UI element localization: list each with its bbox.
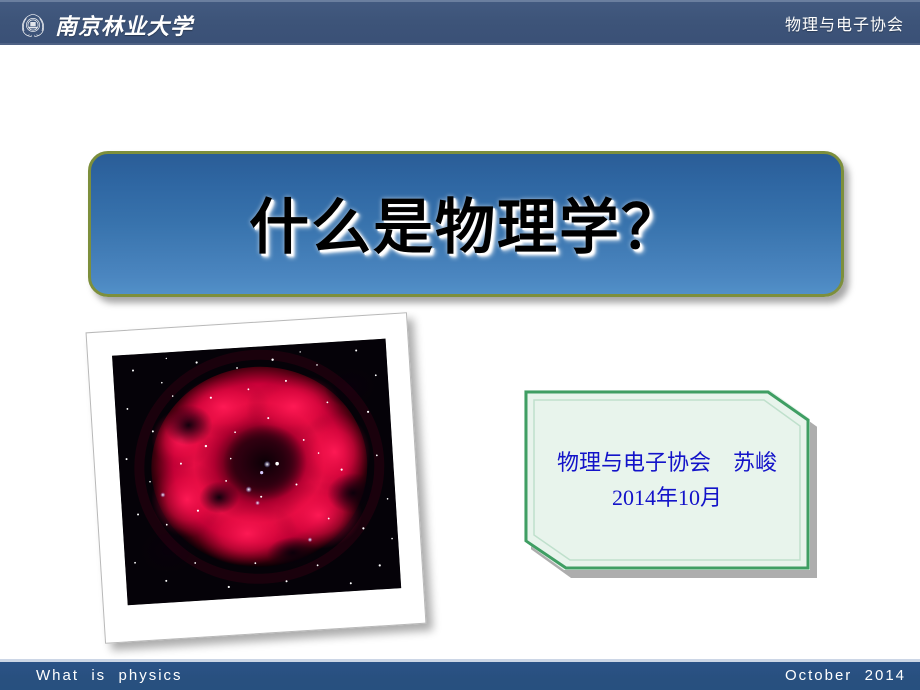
footer-topic-label: What is physics <box>36 667 183 684</box>
university-logo: 南京林业大学 <box>18 8 218 41</box>
presenter-org-and-name: 物理与电子协会 苏峻 <box>556 449 777 475</box>
nebula-photo-image <box>112 338 402 606</box>
presentation-date: 2014年10月 <box>611 485 722 510</box>
presentation-slide: 南京林业大学 物理与电子协会 什么是物理学？ 物理与电子协会 苏峻 2014年1… <box>0 0 920 690</box>
university-name: 南京林业大学 <box>55 13 194 39</box>
header-organization-label: 物理与电子协会 <box>784 17 904 34</box>
presenter-info-text: 物理与电子协会 苏峻 2014年10月 <box>524 390 810 570</box>
nebula-photo-frame <box>85 312 427 644</box>
title-banner: 什么是物理学？ <box>88 151 844 297</box>
university-seal-icon <box>18 10 48 40</box>
slide-footer: What is physics October 2014 <box>0 659 920 690</box>
presenter-info-box: 物理与电子协会 苏峻 2014年10月 <box>524 390 810 570</box>
footer-date-label: October 2014 <box>784 667 906 684</box>
slide-title: 什么是物理学？ <box>249 194 683 261</box>
slide-header: 南京林业大学 物理与电子协会 <box>0 0 920 45</box>
